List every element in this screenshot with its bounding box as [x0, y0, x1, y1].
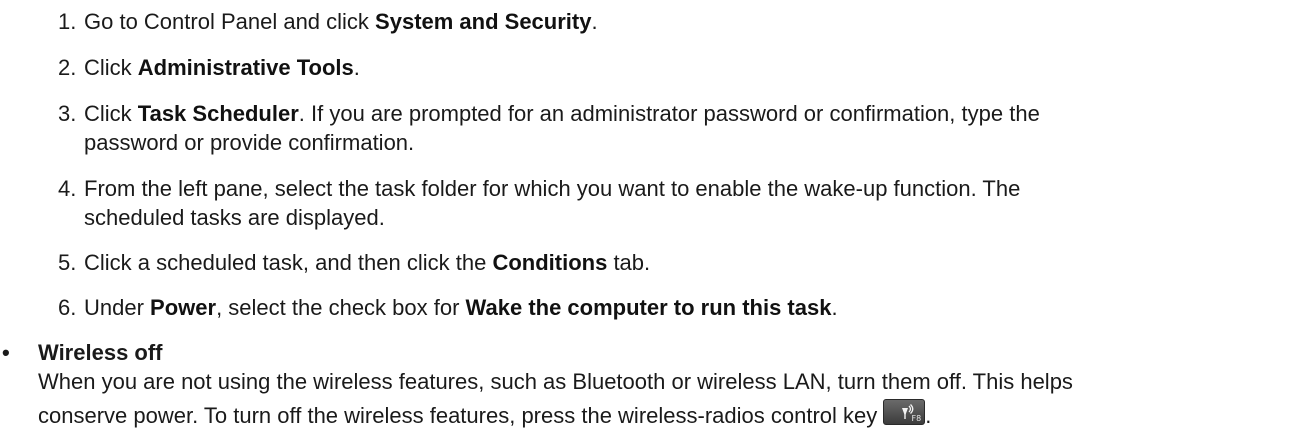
step-continuation: password or provide confirmation. — [84, 130, 415, 155]
bullet-title: Wireless off — [38, 340, 163, 365]
bullet-dot: • — [2, 340, 10, 365]
step-6: 6. Under Power, select the check box for … — [58, 293, 1278, 322]
step-text-mid: , select the check box for — [216, 295, 466, 320]
step-3: 3. Click Task Scheduler. If you are promp… — [58, 99, 1278, 157]
step-bold-term: Administrative Tools — [137, 55, 354, 80]
wireless-radio-key-icon: F8 — [883, 399, 926, 425]
step-bold-term: System and Security — [375, 9, 592, 34]
step-text: From the left pane, select the task fold… — [84, 176, 1021, 201]
step-1: 1. Go to Control Panel and click System a… — [58, 7, 1278, 36]
step-text-end: . — [831, 295, 838, 320]
key-label: F8 — [911, 414, 922, 423]
step-text-end: . — [353, 55, 360, 80]
step-text-end: . If you are prompted for an administrat… — [298, 101, 1040, 126]
bullet-body-line-1: When you are not using the wireless feat… — [38, 369, 1073, 394]
step-text: Under — [84, 295, 151, 320]
bullet-body-text: conserve power. To turn off the wireless… — [38, 403, 878, 428]
step-5: 5. Click a scheduled task, and then click… — [58, 248, 1278, 277]
step-number: 1. — [58, 9, 77, 34]
step-2: 2. Click Administrative Tools. — [58, 53, 1278, 82]
step-bold-term-2: Wake the computer to run this task — [465, 295, 832, 320]
step-bold-term: Task Scheduler — [137, 101, 299, 126]
step-text: Click — [84, 55, 138, 80]
step-text: Go to Control Panel and click — [84, 9, 376, 34]
bullet-body-end: . — [925, 403, 932, 428]
step-number: 5. — [58, 250, 77, 275]
step-text: Click a scheduled task, and then click t… — [84, 250, 493, 275]
step-number: 6. — [58, 295, 77, 320]
step-number: 2. — [58, 55, 77, 80]
step-text: Click — [84, 101, 138, 126]
step-bold-term: Conditions — [492, 250, 608, 275]
step-text-end: . — [591, 9, 598, 34]
step-continuation: scheduled tasks are displayed. — [84, 205, 385, 230]
step-number: 3. — [58, 101, 77, 126]
step-number: 4. — [58, 176, 77, 201]
step-4: 4. From the left pane, select the task fo… — [58, 174, 1278, 232]
step-bold-term: Power — [150, 295, 217, 320]
bullet-body-line-2: conserve power. To turn off the wireless… — [38, 399, 1288, 430]
step-text-end: tab. — [607, 250, 651, 275]
document-page: 1. Go to Control Panel and click System a… — [0, 0, 1295, 436]
